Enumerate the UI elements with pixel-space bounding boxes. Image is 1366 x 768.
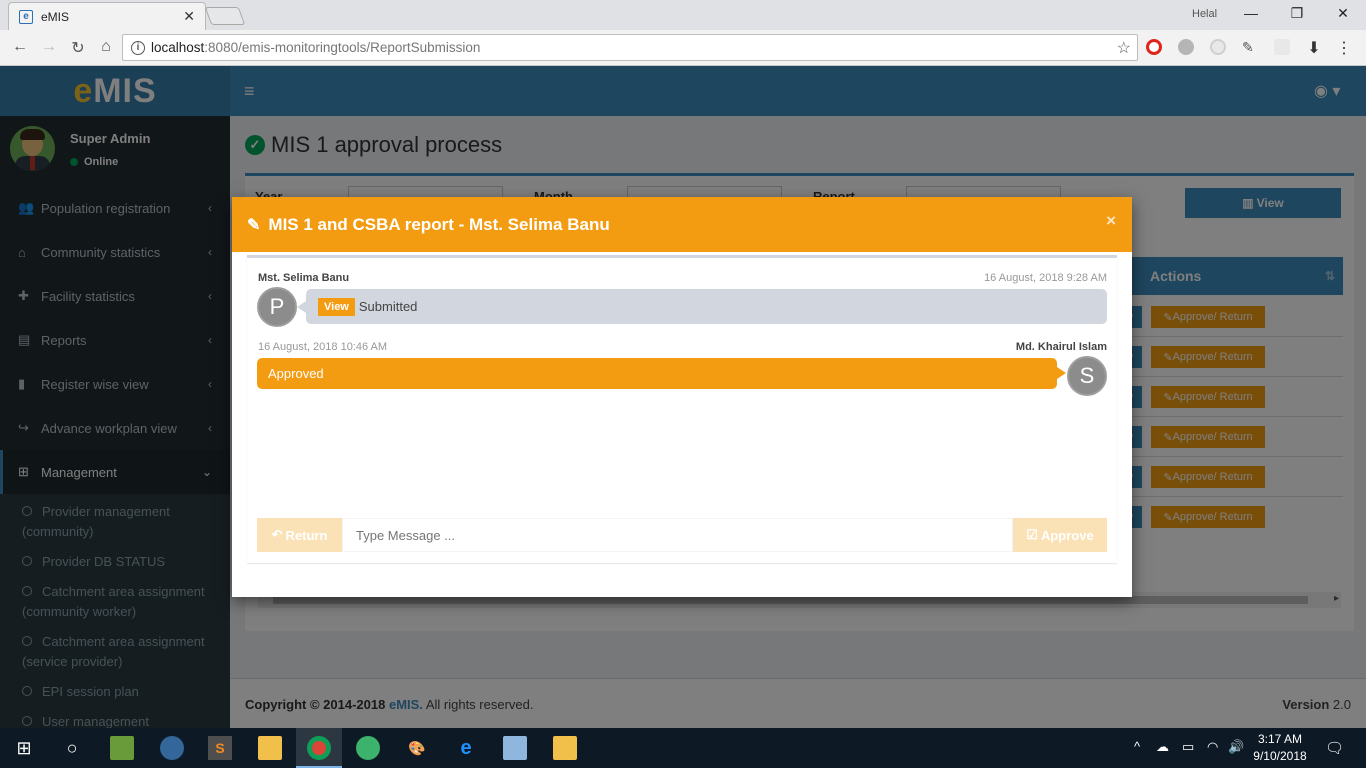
chat-footer: ↶Return ☑Approve [247,517,1117,563]
back-icon[interactable]: ← [10,38,30,56]
notifications-icon[interactable]: 🗨 [1325,739,1344,757]
return-button[interactable]: ↶ Return [257,518,342,552]
message2-avatar: S [1067,356,1107,396]
paint-app-icon[interactable]: 🎨 [405,736,429,760]
virtualbox-app-icon[interactable] [503,736,527,760]
cube-extension-icon[interactable] [1274,39,1290,55]
home-icon[interactable]: ⌂ [96,38,116,56]
message1-view-link[interactable]: View [318,297,355,316]
approve-button[interactable]: ☑ Approve [1013,518,1107,552]
browser-toolbar: ← → ↻ ⌂ i localhost:8080/emis-monitoring… [0,30,1366,66]
battery-icon[interactable]: ▭ [1182,739,1194,755]
message2-sender: Md. Khairul Islam [1015,341,1107,353]
onedrive-icon[interactable]: ☁ [1156,739,1169,755]
tray-expand-icon[interactable]: ^ [1134,739,1140,754]
file-explorer-icon[interactable] [258,736,282,760]
menu-dots-icon[interactable]: ⋮ [1334,38,1354,58]
volume-icon[interactable]: 🔊 [1228,739,1244,755]
new-tab-button[interactable] [204,7,246,25]
download-icon[interactable]: ⬇ [1304,38,1324,58]
message1-text: Submitted [358,299,418,314]
opera-extension-icon[interactable] [1146,39,1162,55]
info-icon[interactable]: i [131,40,145,55]
check-square-icon: ☑ [1026,527,1038,542]
message1-bubble: View Submitted [297,289,1107,324]
edge-app-icon[interactable]: e [454,736,478,760]
window-user-label[interactable]: Helal [1192,8,1217,20]
windows-start-icon[interactable]: ⊞ [12,736,36,760]
sublime-app-icon[interactable]: S [208,736,232,760]
search-icon[interactable]: ○ [60,736,84,760]
bookmark-star-icon[interactable]: ☆ [1117,38,1131,58]
close-window-icon[interactable]: ✕ [1333,5,1353,22]
message1-sender: Mst. Selima Banu [258,272,350,284]
maximize-icon[interactable]: ❐ [1287,5,1307,22]
browser-tabbar: e eMIS ✕ Helal — ❐ ✕ [0,0,1366,30]
spreadsheet-app-icon[interactable] [110,736,134,760]
taskbar: ⊞ ○ S 🎨 e ^ ☁ ▭ ◠ 🔊 3:17 AM 9/10/2018 🗨 [0,728,1366,768]
chrome-app-icon[interactable] [307,736,331,760]
close-tab-icon[interactable]: ✕ [183,8,195,25]
message2-time: 16 August, 2018 10:46 AM [258,341,388,353]
tab-title: eMIS [41,9,70,24]
url-text[interactable]: localhost:8080/emis-monitoringtools/Repo… [151,40,1117,55]
atom-app-icon[interactable] [356,736,380,760]
folder-app-icon[interactable] [553,736,577,760]
eyedropper-extension-icon[interactable]: ✎ [1242,39,1262,55]
message2-bubble: Approved [257,358,1066,389]
emis-favicon-icon: e [19,9,33,24]
message-input[interactable] [342,518,1013,552]
minimize-icon[interactable]: — [1241,5,1261,21]
extension-icon[interactable] [1210,39,1226,55]
modal-header: ✎ MIS 1 and CSBA report - Mst. Selima Ba… [232,197,1132,252]
reload-icon[interactable]: ↻ [68,38,88,58]
clock-time: 3:17 AM [1257,732,1303,746]
message1-time: 16 August, 2018 9:28 AM [984,272,1107,284]
taskbar-clock[interactable]: 3:17 AM 9/10/2018 [1250,731,1310,765]
reply-icon: ↶ [271,527,283,542]
message2-text: Approved [268,366,324,381]
message1-avatar: P [257,287,297,327]
postgres-app-icon[interactable] [160,736,184,760]
edit-icon: ✎ [247,216,261,234]
wifi-icon[interactable]: ◠ [1207,739,1218,755]
modal-title: MIS 1 and CSBA report - Mst. Selima Banu [268,214,610,234]
globe-extension-icon[interactable] [1178,39,1194,55]
forward-icon[interactable]: → [39,38,59,56]
clock-date: 9/10/2018 [1253,749,1307,763]
modal-close-icon[interactable]: × [1106,211,1116,231]
browser-tab[interactable]: e eMIS ✕ [8,2,206,30]
address-bar[interactable]: i localhost:8080/emis-monitoringtools/Re… [122,34,1138,61]
approval-modal: ✎ MIS 1 and CSBA report - Mst. Selima Ba… [232,197,1132,597]
